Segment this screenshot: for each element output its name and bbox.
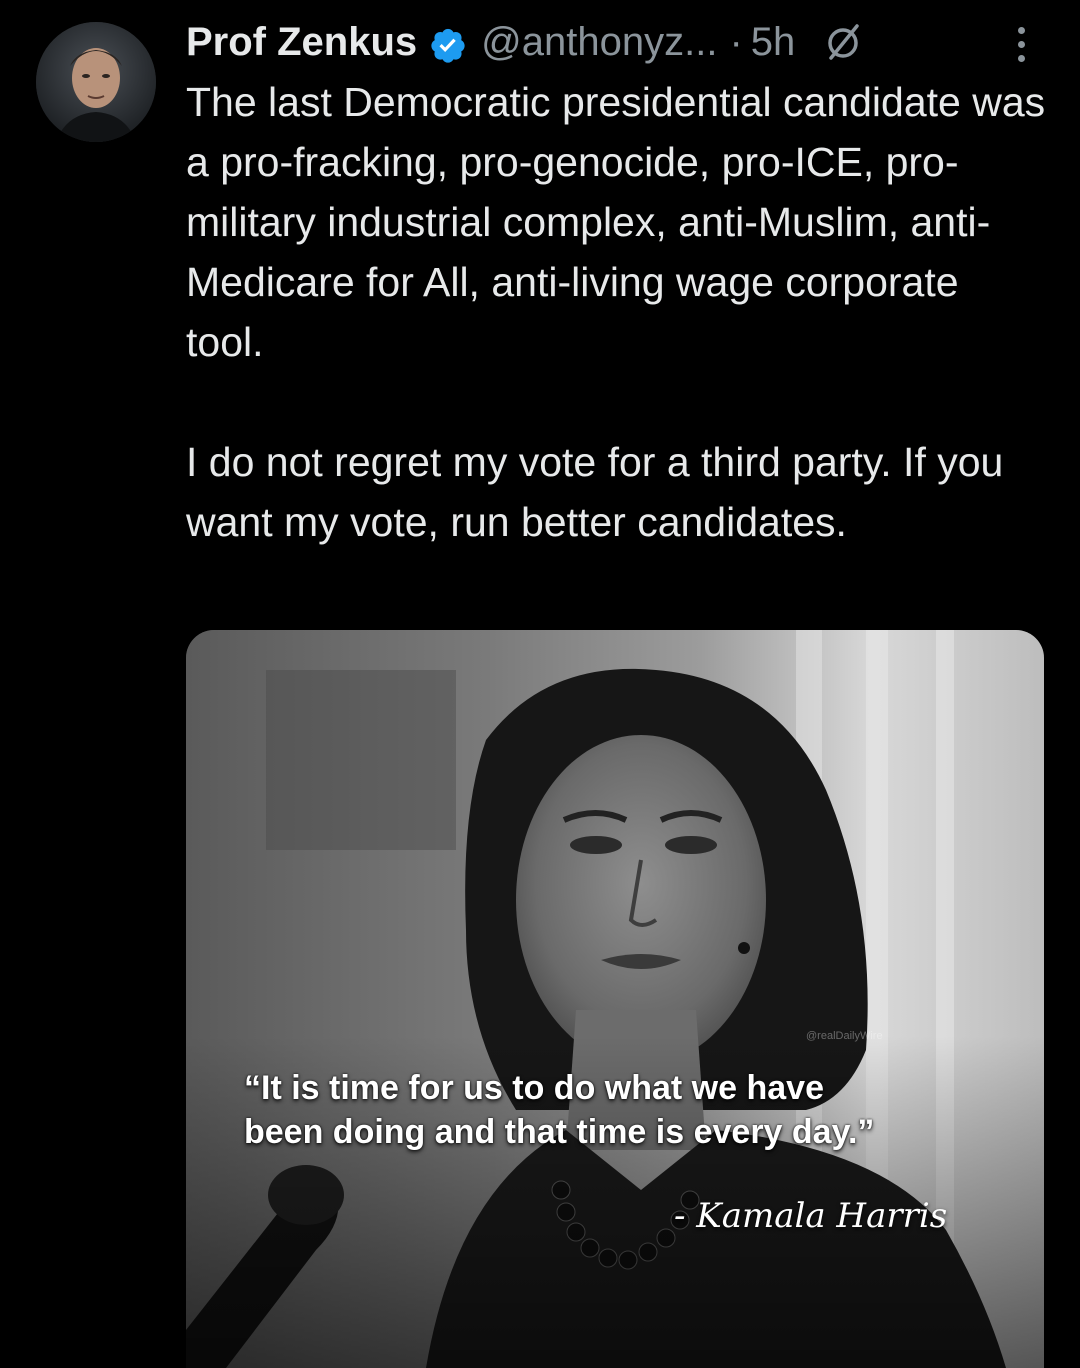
quote-attribution: - Kamala Harris bbox=[674, 1196, 948, 1236]
verified-badge-icon bbox=[429, 23, 467, 63]
more-dot bbox=[1017, 26, 1025, 34]
quote-line: been doing and that time is every day.” bbox=[244, 1113, 875, 1151]
tweet-header: Prof Zenkus @anthonyz... · 5h bbox=[186, 14, 865, 70]
portrait-photo bbox=[186, 630, 1044, 1368]
author-display-name[interactable]: Prof Zenkus bbox=[186, 14, 417, 70]
tweet-paragraph: I do not regret my vote for a third part… bbox=[186, 439, 1004, 545]
more-dot bbox=[1017, 40, 1025, 48]
more-options-icon[interactable] bbox=[1004, 22, 1038, 66]
tweet-timestamp[interactable]: 5h bbox=[751, 14, 796, 70]
header-separator: · bbox=[729, 20, 743, 64]
tweet-paragraph: The last Democratic presidential candida… bbox=[186, 79, 1046, 365]
image-watermark: @realDailyWire bbox=[806, 1030, 883, 1042]
image-quote: “It is time for us to do what we have be… bbox=[244, 1066, 1034, 1154]
tweet-media-image[interactable]: @realDailyWire “It is time for us to do … bbox=[186, 630, 1044, 1368]
tweet[interactable]: Prof Zenkus @anthonyz... · 5h The last D… bbox=[0, 0, 1080, 1368]
edited-icon[interactable] bbox=[821, 20, 865, 64]
avatar[interactable] bbox=[36, 22, 156, 142]
quote-line: “It is time for us to do what we have bbox=[244, 1069, 824, 1107]
avatar-image bbox=[36, 22, 156, 142]
author-handle[interactable]: @anthonyz... bbox=[481, 14, 717, 70]
tweet-text: The last Democratic presidential candida… bbox=[186, 72, 1046, 552]
more-dot bbox=[1017, 54, 1025, 62]
